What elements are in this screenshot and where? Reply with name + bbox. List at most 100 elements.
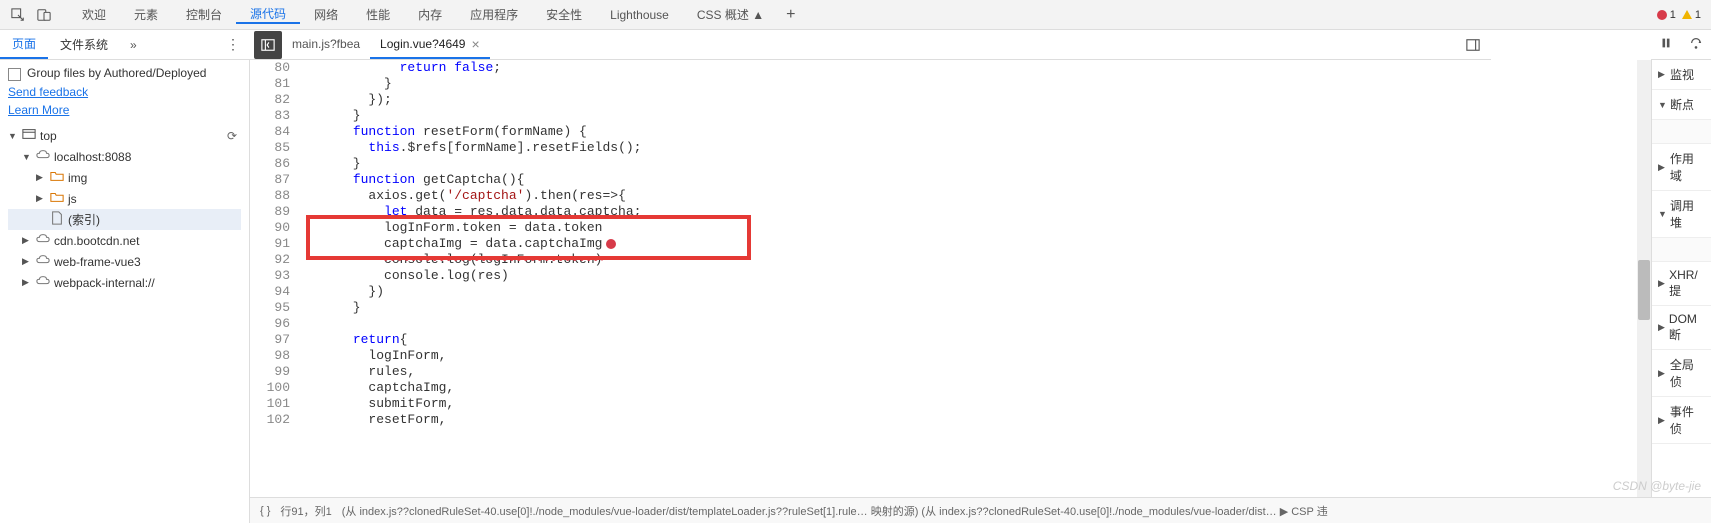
code-line[interactable]: logInForm.token = data.token [306,220,1651,236]
checkbox[interactable] [8,68,21,81]
code-line[interactable]: captchaImg, [306,380,1651,396]
line-number[interactable]: 102 [250,412,290,428]
line-number[interactable]: 96 [250,316,290,332]
line-number[interactable]: 93 [250,268,290,284]
code-line[interactable]: return{ [306,332,1651,348]
line-number[interactable]: 81 [250,76,290,92]
lp-tab-filesystem[interactable]: 文件系统 [48,30,120,59]
tab-lighthouse[interactable]: Lighthouse [596,8,683,22]
device-toggle-icon[interactable] [32,3,56,27]
code-line[interactable]: submitForm, [306,396,1651,412]
tab-performance[interactable]: 性能 [352,6,404,23]
code-line[interactable]: rules, [306,364,1651,380]
editor-tab-mainjs[interactable]: main.js?fbea [282,30,370,59]
tab-application[interactable]: 应用程序 [456,6,532,23]
line-number[interactable]: 84 [250,124,290,140]
code-line[interactable]: captchaImg = data.captchaImg [306,236,1651,252]
editor-scrollbar[interactable] [1637,60,1651,497]
section-header[interactable]: ▶DOM 断 [1652,306,1711,349]
warning-count-badge[interactable]: 1 [1682,9,1701,21]
section-header[interactable]: ▼断点 [1652,90,1711,119]
line-number[interactable]: 88 [250,188,290,204]
tab-console[interactable]: 控制台 [172,6,236,23]
tree-folder-img[interactable]: img [8,167,241,188]
section-header[interactable]: ▼调用堆 [1652,191,1711,237]
code-area[interactable]: return false; } }); } function resetForm… [306,60,1651,523]
code-line[interactable]: console.log(res) [306,268,1651,284]
close-icon[interactable]: × [471,36,479,52]
code-line[interactable]: axios.get('/captcha').then(res=>{ [306,188,1651,204]
tree-host[interactable]: localhost:8088 [8,146,241,167]
line-number[interactable]: 101 [250,396,290,412]
line-number[interactable]: 98 [250,348,290,364]
tab-security[interactable]: 安全性 [532,6,596,23]
line-number[interactable]: 83 [250,108,290,124]
code-line[interactable]: this.$refs[formName].resetFields(); [306,140,1651,156]
section-header[interactable]: ▶事件侦 [1652,397,1711,443]
line-number[interactable]: 87 [250,172,290,188]
send-feedback-link[interactable]: Send feedback [8,85,241,99]
code-line[interactable]: } [306,108,1651,124]
tab-memory[interactable]: 内存 [404,6,456,23]
add-tab-button[interactable]: + [778,6,803,24]
line-number[interactable]: 82 [250,92,290,108]
code-line[interactable]: }) [306,284,1651,300]
section-header[interactable]: ▶监视 [1652,60,1711,89]
code-editor[interactable]: 8081828384858687888990919293949596979899… [250,60,1651,523]
code-line[interactable] [306,316,1651,332]
tab-sources[interactable]: 源代码 [236,5,300,24]
tree-domain-webframe[interactable]: web-frame-vue3 [8,251,241,272]
error-count-badge[interactable]: 1 [1657,9,1676,21]
code-line[interactable]: resetForm, [306,412,1651,428]
line-number[interactable]: 91 [250,236,290,252]
line-number[interactable]: 89 [250,204,290,220]
group-files-option[interactable]: Group files by Authored/Deployed [8,66,241,81]
lp-menu-icon[interactable]: ⋮ [216,36,250,53]
line-number[interactable]: 90 [250,220,290,236]
section-header[interactable]: ▶XHR/提 [1652,262,1711,305]
code-line[interactable]: function getCaptcha(){ [306,172,1651,188]
tree-folder-js[interactable]: js [8,188,241,209]
scrollbar-thumb[interactable] [1638,260,1650,320]
code-line[interactable]: }); [306,92,1651,108]
code-line[interactable]: let data = res.data.data.captcha; [306,204,1651,220]
step-icon[interactable] [1689,36,1703,53]
line-number[interactable]: 94 [250,284,290,300]
section-header[interactable]: ▶作用域 [1652,144,1711,190]
learn-more-link[interactable]: Learn More [8,103,241,117]
line-number[interactable]: 95 [250,300,290,316]
pause-icon[interactable] [1659,36,1673,53]
toggle-navigator-icon[interactable] [254,31,282,59]
line-number[interactable]: 92 [250,252,290,268]
tab-welcome[interactable]: 欢迎 [68,6,120,23]
inspect-icon[interactable] [6,3,30,27]
line-number[interactable]: 86 [250,156,290,172]
code-line[interactable]: } [306,156,1651,172]
lp-tab-page[interactable]: 页面 [0,30,48,59]
line-number[interactable]: 80 [250,60,290,76]
folder-icon [50,169,64,186]
code-line[interactable]: function resetForm(formName) { [306,124,1651,140]
lp-more-tabs[interactable]: » [120,38,147,52]
line-number[interactable]: 100 [250,380,290,396]
tree-domain-webpack[interactable]: webpack-internal:// [8,272,241,293]
code-line[interactable]: return false; [306,60,1651,76]
braces-icon[interactable]: { } [260,505,270,517]
refresh-icon[interactable]: ⟳ [227,129,241,143]
editor-tab-loginvue[interactable]: Login.vue?4649 × [370,30,490,59]
tree-domain-cdn[interactable]: cdn.bootcdn.net [8,230,241,251]
code-line[interactable]: logInForm, [306,348,1651,364]
tab-elements[interactable]: 元素 [120,6,172,23]
line-number[interactable]: 85 [250,140,290,156]
tab-cssoverview[interactable]: CSS 概述 ▲ [683,6,778,23]
tab-network[interactable]: 网络 [300,6,352,23]
tree-index-file[interactable]: (索引) [8,209,241,230]
code-line[interactable]: console.log(logInForm.token) [306,252,1651,268]
line-number[interactable]: 99 [250,364,290,380]
section-header[interactable]: ▶全局侦 [1652,350,1711,396]
code-line[interactable]: } [306,76,1651,92]
toggle-debugger-icon[interactable] [1461,33,1485,57]
code-line[interactable]: } [306,300,1651,316]
line-number[interactable]: 97 [250,332,290,348]
tree-top[interactable]: top ⟳ [8,125,241,146]
